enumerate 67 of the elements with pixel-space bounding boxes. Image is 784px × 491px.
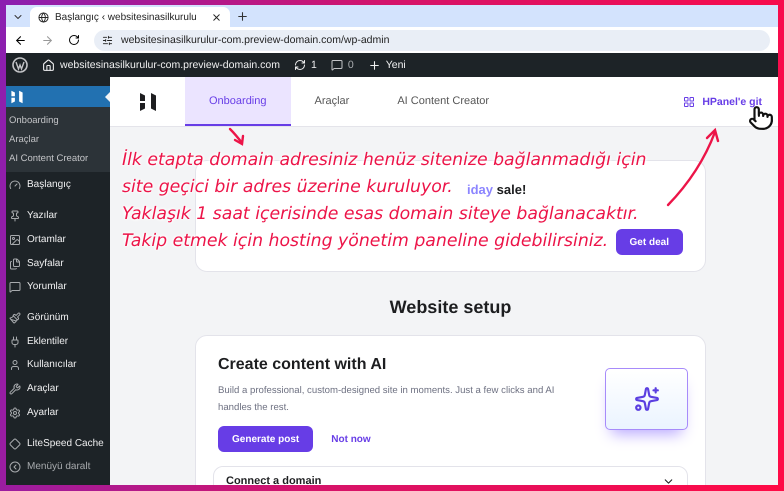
annotation-text: Yaklaşık 1 saat içerisinde esas domain siteye bağlanacaktır. xyxy=(122,203,639,226)
sidebar-item[interactable]: Başlangıç xyxy=(6,179,110,191)
card-title: Create content with AI xyxy=(218,356,388,374)
reload-icon[interactable] xyxy=(68,34,80,46)
arrow-drawing xyxy=(228,128,244,146)
updates-link[interactable]: 1 xyxy=(294,59,317,71)
browser-tab[interactable]: Başlangıç ‹ websitesinasilkurulu xyxy=(30,7,230,27)
annotation-text: site geçici bir adres üzerine kuruluyor. xyxy=(122,176,453,199)
new-link[interactable]: Yeni xyxy=(368,58,406,72)
banner-title: iday sale! xyxy=(467,182,528,197)
comment-icon xyxy=(330,59,343,71)
menu-icon xyxy=(9,461,21,473)
sidebar-item[interactable]: Yazılar xyxy=(6,210,110,222)
sidebar-item[interactable]: Kullanıcılar xyxy=(6,359,110,371)
wordpress-logo-icon[interactable] xyxy=(12,57,28,73)
close-icon[interactable] xyxy=(211,12,222,22)
menu-icon xyxy=(9,210,21,222)
sidebar-item[interactable]: Görünüm xyxy=(6,312,110,324)
menu-icon xyxy=(9,336,21,348)
menu-icon xyxy=(9,179,21,191)
submenu-item[interactable]: Araçlar xyxy=(6,134,110,145)
menu-icon xyxy=(9,281,21,293)
sidebar-item[interactable]: Sayfalar xyxy=(6,258,110,270)
forward-icon[interactable] xyxy=(41,34,54,46)
submenu-item[interactable]: Onboarding xyxy=(6,115,110,126)
globe-icon xyxy=(38,12,49,22)
sidebar-header-item[interactable] xyxy=(6,86,110,107)
sidebar-item[interactable]: Eklentiler xyxy=(6,336,110,348)
tab[interactable]: Onboarding xyxy=(185,77,290,126)
menu-icon xyxy=(9,312,21,324)
hpanel-link[interactable]: HPanel'e git xyxy=(683,96,762,108)
sidebar-item[interactable]: Ortamlar xyxy=(6,234,110,246)
site-settings-icon[interactable] xyxy=(102,34,113,46)
menu-icon xyxy=(9,383,21,395)
menu-icon xyxy=(9,407,21,419)
tab[interactable]: AI Content Creator xyxy=(373,77,514,126)
menu-icon xyxy=(9,258,21,270)
grid-icon xyxy=(683,96,696,108)
back-icon[interactable] xyxy=(14,34,27,46)
new-tab-icon[interactable] xyxy=(236,10,249,23)
logo-icon xyxy=(138,92,158,112)
get-deal-button[interactable]: Get deal xyxy=(616,229,683,255)
menu-icon xyxy=(9,234,21,246)
submenu-item[interactable]: AI Content Creator xyxy=(6,153,110,164)
annotation-text: İlk etapta domain adresiniz henüz sitenize bağlanmadığı için xyxy=(122,148,646,172)
sidebar-item[interactable]: LiteSpeed Cache xyxy=(6,438,110,450)
sidebar-item[interactable]: Ayarlar xyxy=(6,407,110,419)
site-name-link[interactable]: websitesinasilkurulur-com.preview-domain.com xyxy=(42,58,280,72)
tab[interactable]: Araçlar xyxy=(290,77,374,126)
connect-domain-step[interactable]: Connect a domain xyxy=(213,466,688,485)
address-field[interactable]: websitesinasilkurulur-com.preview-domain.com/wp-admin xyxy=(94,30,770,50)
home-icon xyxy=(42,58,55,72)
card-description: Build a professional, custom-designed site in moments. Just a few clicks and AI handles the rest. xyxy=(218,384,556,415)
sidebar-item[interactable]: Yorumlar xyxy=(6,281,110,293)
plus-icon xyxy=(368,58,381,72)
tab-title: Başlangıç ‹ websitesinasilkurulu xyxy=(55,12,198,22)
refresh-icon xyxy=(294,59,306,71)
comments-link[interactable]: 0 xyxy=(330,59,354,71)
logo-icon xyxy=(10,90,24,104)
menu-icon xyxy=(9,438,21,450)
section-heading: Website setup xyxy=(388,297,512,318)
sidebar-item[interactable]: Araçlar xyxy=(6,383,110,395)
not-now-link[interactable]: Not now xyxy=(331,434,371,444)
annotation-text: Takip etmek için hosting yönetim paneline gidebilirsiniz. xyxy=(122,230,608,253)
sidebar-item[interactable]: Menüyü daralt xyxy=(6,461,110,473)
menu-icon xyxy=(9,359,21,371)
generate-post-button[interactable]: Generate post xyxy=(218,426,314,452)
